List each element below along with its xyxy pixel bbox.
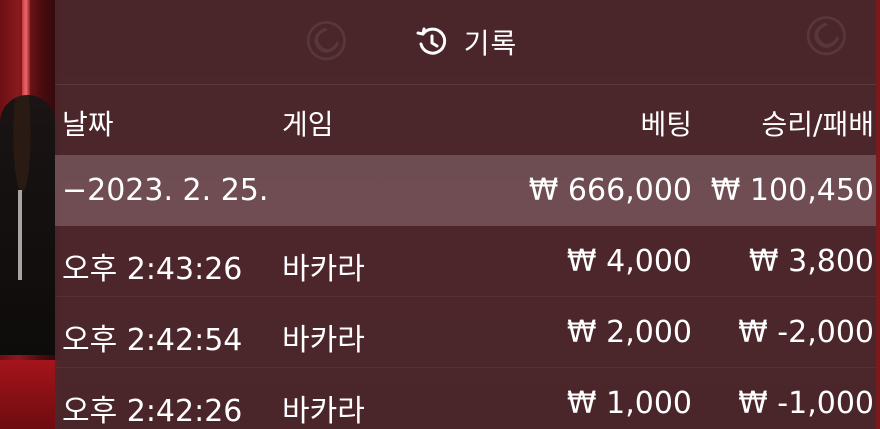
table-header: 날짜 게임 베팅 승리/패배 bbox=[55, 85, 876, 155]
group-bet-total: ₩ 666,000 bbox=[528, 173, 692, 208]
row-bet: ₩ 1,000 bbox=[566, 386, 692, 421]
screen: 기록 날짜 게임 베팅 승리/패배 −2023. 2. 25. ₩ 666,00… bbox=[0, 0, 880, 429]
history-header: 기록 bbox=[55, 0, 876, 85]
page-title: 기록 bbox=[463, 27, 518, 60]
row-result: ₩ 3,800 bbox=[748, 244, 874, 279]
date-group-row[interactable]: −2023. 2. 25. ₩ 666,000 ₩ 100,450 bbox=[55, 155, 876, 226]
table-row[interactable]: 오후 2:42:26 바카라 ₩ 1,000 ₩ -1,000 bbox=[55, 368, 876, 429]
background-video bbox=[0, 0, 60, 429]
column-result: 승리/패배 bbox=[761, 108, 874, 141]
column-bet: 베팅 bbox=[640, 108, 692, 141]
table-row[interactable]: 오후 2:43:26 바카라 ₩ 4,000 ₩ 3,800 bbox=[55, 226, 876, 297]
background-dealer bbox=[0, 95, 55, 355]
row-time: 오후 2:42:54 bbox=[62, 323, 243, 358]
row-result: ₩ -2,000 bbox=[738, 315, 874, 350]
history-icon bbox=[414, 24, 450, 60]
row-game: 바카라 bbox=[282, 323, 365, 358]
row-game: 바카라 bbox=[282, 252, 365, 287]
row-bet: ₩ 4,000 bbox=[566, 244, 692, 279]
column-date: 날짜 bbox=[62, 108, 114, 141]
background-edge bbox=[876, 0, 880, 429]
column-game: 게임 bbox=[282, 108, 334, 141]
row-game: 바카라 bbox=[282, 394, 365, 429]
group-result-total: ₩ 100,450 bbox=[710, 173, 874, 208]
table-row[interactable]: 오후 2:42:54 바카라 ₩ 2,000 ₩ -2,000 bbox=[55, 297, 876, 368]
background-table bbox=[0, 360, 60, 429]
background-stripe bbox=[18, 190, 22, 280]
row-bet: ₩ 2,000 bbox=[566, 315, 692, 350]
row-time: 오후 2:43:26 bbox=[62, 252, 243, 287]
row-time: 오후 2:42:26 bbox=[62, 394, 243, 429]
row-result: ₩ -1,000 bbox=[738, 386, 874, 421]
history-panel: 기록 날짜 게임 베팅 승리/패배 −2023. 2. 25. ₩ 666,00… bbox=[55, 0, 876, 429]
group-date: −2023. 2. 25. bbox=[62, 173, 269, 208]
